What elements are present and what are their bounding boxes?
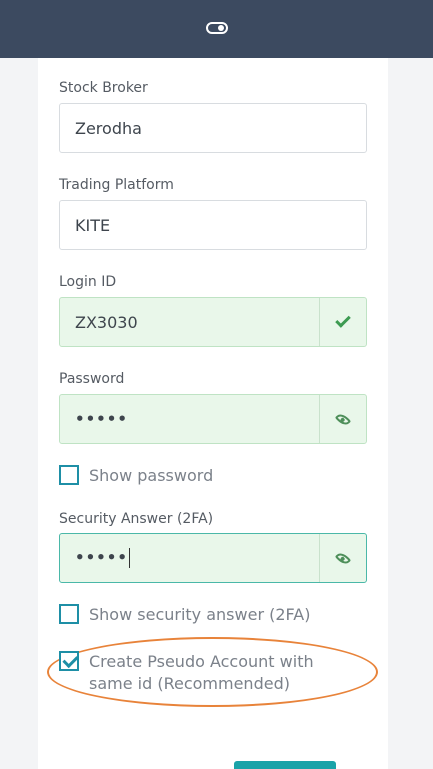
- show-password-row[interactable]: Show password: [59, 465, 213, 487]
- security-answer-value: •••••: [75, 548, 128, 567]
- pseudo-account-label: Create Pseudo Account with same id (Reco…: [89, 651, 314, 695]
- eye-icon: [334, 549, 352, 567]
- show-password-checkbox[interactable]: [59, 465, 79, 485]
- checkmark-icon: [335, 312, 351, 328]
- show-security-answer-checkbox[interactable]: [59, 604, 79, 624]
- toggle-icon[interactable]: [205, 22, 228, 34]
- show-security-answer-label: Show security answer (2FA): [89, 605, 311, 624]
- pseudo-account-label-line2: same id (Recommended): [89, 674, 290, 693]
- text-caret: [128, 548, 130, 568]
- trading-platform-value: KITE: [75, 215, 111, 235]
- trading-platform-field[interactable]: KITE: [59, 200, 367, 250]
- stock-broker-value: Zerodha: [75, 118, 142, 138]
- password-label: Password: [59, 371, 125, 387]
- top-bar: [0, 0, 433, 58]
- stock-broker-field[interactable]: Zerodha: [59, 103, 367, 153]
- submit-button[interactable]: [234, 761, 336, 769]
- password-reveal-button[interactable]: [319, 395, 366, 443]
- security-answer-field[interactable]: •••••: [59, 533, 367, 583]
- password-field[interactable]: •••••: [59, 394, 367, 444]
- security-answer-value-wrap: •••••: [60, 548, 319, 568]
- show-password-label: Show password: [89, 466, 214, 485]
- stock-broker-label: Stock Broker: [59, 80, 148, 96]
- password-value: •••••: [75, 410, 128, 428]
- trading-platform-label: Trading Platform: [59, 177, 174, 193]
- security-answer-label: Security Answer (2FA): [59, 511, 214, 527]
- security-reveal-button[interactable]: [319, 534, 366, 582]
- show-security-answer-row[interactable]: Show security answer (2FA): [59, 604, 310, 626]
- pseudo-account-row[interactable]: Create Pseudo Account with same id (Reco…: [59, 651, 314, 695]
- login-id-field[interactable]: ZX3030: [59, 297, 367, 347]
- login-id-label: Login ID: [59, 274, 117, 290]
- eye-icon: [334, 410, 352, 428]
- pseudo-account-checkbox[interactable]: [59, 651, 79, 671]
- login-id-value: ZX3030: [75, 312, 138, 332]
- pseudo-account-label-line1: Create Pseudo Account with: [89, 652, 314, 671]
- login-id-addon: [319, 298, 366, 346]
